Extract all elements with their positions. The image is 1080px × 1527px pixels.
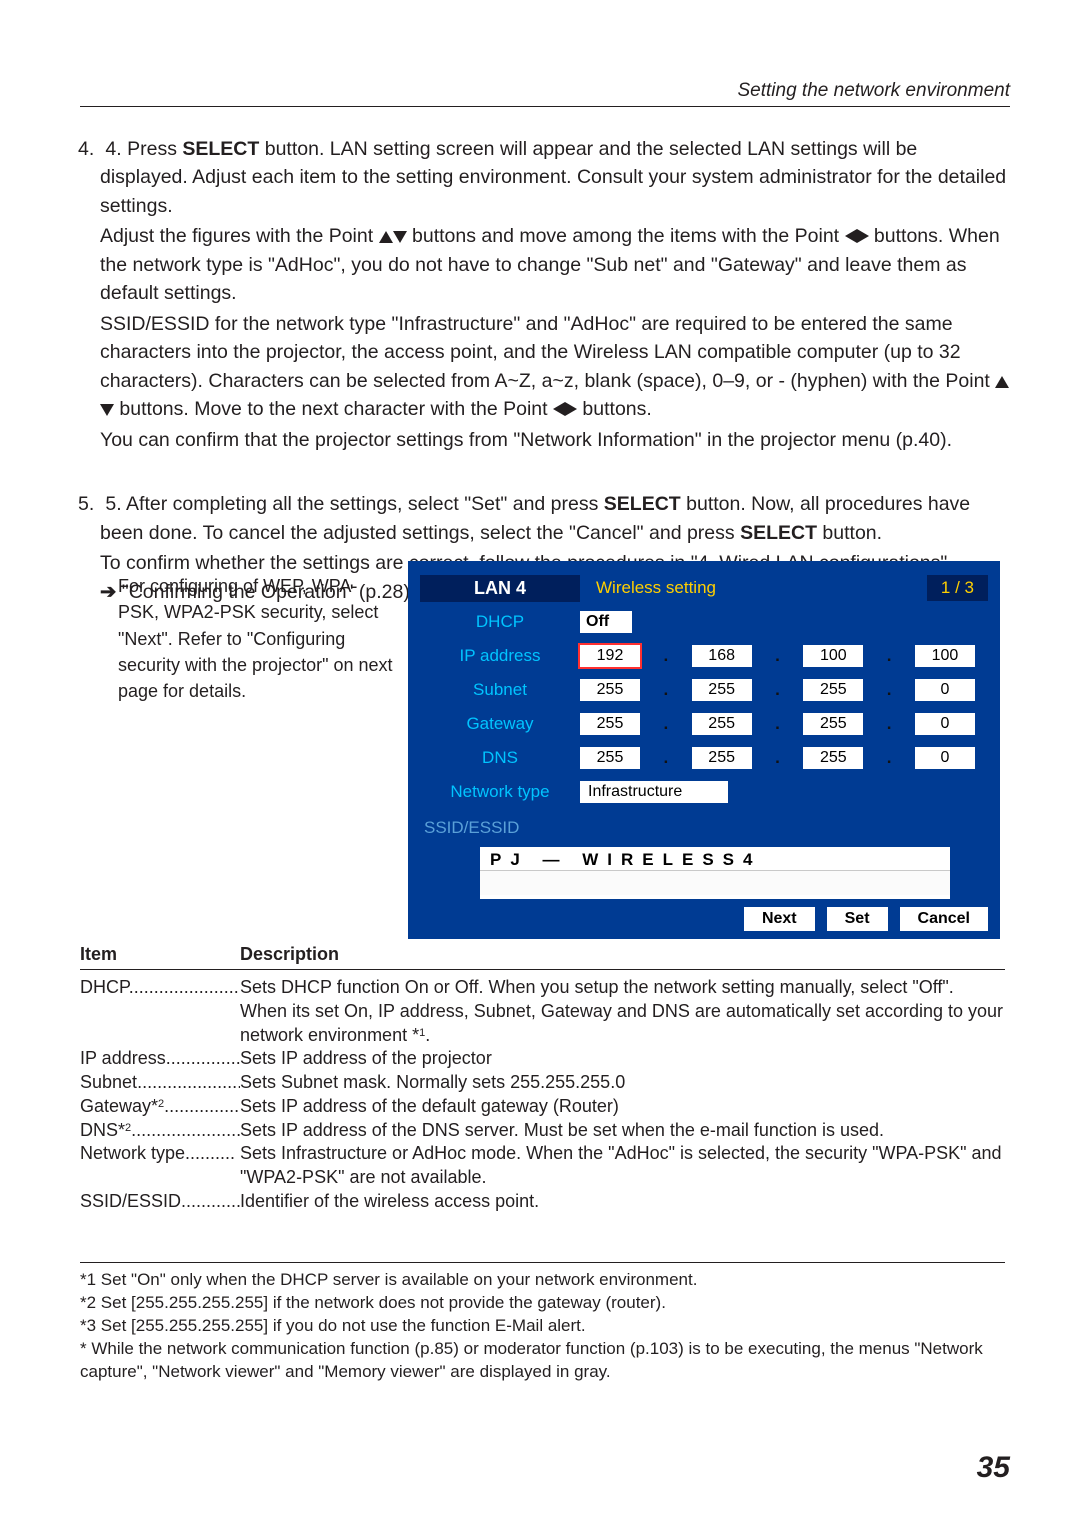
dns-label: DNS <box>420 748 580 768</box>
ip-octet-4[interactable]: 100 <box>915 645 975 667</box>
item-description: Sets Infrastructure or AdHoc mode. When … <box>240 1142 1005 1190</box>
item-name: Network type.......... <box>80 1142 240 1166</box>
item-name: SSID/ESSID.................. <box>80 1190 240 1214</box>
step4-line2-a: Adjust the figures with the Point <box>100 225 379 247</box>
step-4-block: 4. 4. Press SELECT button. LAN setting s… <box>100 135 1010 454</box>
item-name: DNS*2.......................... <box>80 1119 240 1143</box>
table-row: Network type..........Sets Infrastructur… <box>80 1142 1005 1190</box>
gateway-row: 255. 255. 255. 0 <box>580 713 975 735</box>
panel-page-indicator: 1 / 3 <box>927 575 988 601</box>
ip-label: IP address <box>420 646 580 666</box>
table-row: DNS*2..........................Sets IP a… <box>80 1119 1005 1143</box>
footnote-3: *3 Set [255.255.255.255] if you do not u… <box>80 1315 1005 1338</box>
arrow-right-icon: ➔ <box>100 581 116 603</box>
item-description: Sets IP address of the default gateway (… <box>240 1095 1005 1119</box>
gateway-octet-1[interactable]: 255 <box>580 713 640 735</box>
step5-text-e: button. <box>817 522 882 544</box>
gateway-octet-2[interactable]: 255 <box>692 713 752 735</box>
security-side-note: For configuring of WEP, WPA-PSK, WPA2-PS… <box>118 573 398 704</box>
table-row: SSID/ESSID..................Identifier o… <box>80 1190 1005 1214</box>
page-header: Setting the network environment <box>80 80 1010 107</box>
dns-octet-1[interactable]: 255 <box>580 747 640 769</box>
triangle-right-icon <box>857 229 869 243</box>
triangle-down-icon <box>100 404 114 416</box>
step4-line4: You can confirm that the projector setti… <box>100 426 1010 454</box>
table-row: Gateway*2..................Sets IP addre… <box>80 1095 1005 1119</box>
subnet-label: Subnet <box>420 680 580 700</box>
subnet-octet-2[interactable]: 255 <box>692 679 752 701</box>
item-name: Gateway*2.................. <box>80 1095 240 1119</box>
subnet-octet-4[interactable]: 0 <box>915 679 975 701</box>
item-name: Subnet....................... <box>80 1071 240 1095</box>
triangle-up-icon <box>995 376 1009 388</box>
footnote-1: *1 Set "On" only when the DHCP server is… <box>80 1269 1005 1292</box>
dns-octet-3[interactable]: 255 <box>803 747 863 769</box>
item-description-table: Item Description DHCP...................… <box>80 944 1005 1214</box>
triangle-left-icon <box>845 229 857 243</box>
next-button[interactable]: Next <box>744 907 815 931</box>
select-keyword: SELECT <box>182 138 259 160</box>
footnote-2: *2 Set [255.255.255.255] if the network … <box>80 1292 1005 1315</box>
subnet-row: 255. 255. 255. 0 <box>580 679 975 701</box>
step4-text-a: 4. Press <box>105 138 182 160</box>
ssid-grid <box>480 870 950 895</box>
step4-line2-b: buttons and move among the items with th… <box>412 225 845 247</box>
triangle-up-icon <box>379 231 393 243</box>
item-name: DHCP........................... <box>80 976 240 1000</box>
th-description: Description <box>240 944 1005 965</box>
th-item: Item <box>80 944 240 965</box>
triangle-left-icon <box>553 402 565 416</box>
triangle-down-icon <box>393 231 407 243</box>
dns-row: 255. 255. 255. 0 <box>580 747 975 769</box>
step4-line3-b: buttons. Move to the next character with… <box>119 398 553 420</box>
panel-header: Wireless setting <box>580 578 927 598</box>
page-number: 35 <box>977 1451 1010 1485</box>
step5-text-a: 5. After completing all the settings, se… <box>105 493 603 515</box>
step4-line3: SSID/ESSID for the network type "Infrast… <box>100 313 995 392</box>
network-type-value[interactable]: Infrastructure <box>580 781 728 803</box>
select-keyword: SELECT <box>604 493 681 515</box>
table-row: DHCP...........................Sets DHCP… <box>80 976 1005 1047</box>
set-button[interactable]: Set <box>827 907 888 931</box>
triangle-right-icon <box>565 402 577 416</box>
ssid-value: PJ — WIRELESS4 <box>480 847 950 870</box>
subnet-octet-3[interactable]: 255 <box>803 679 863 701</box>
step4-line3-c: buttons. <box>582 398 651 420</box>
gateway-label: Gateway <box>420 714 580 734</box>
footnote-4: * While the network communication functi… <box>80 1338 1005 1384</box>
select-keyword: SELECT <box>740 522 817 544</box>
ssid-label: SSID/ESSID <box>420 818 544 838</box>
item-description: Sets DHCP function On or Off. When you s… <box>240 976 1005 1047</box>
table-row: IP address.................Sets IP addre… <box>80 1047 1005 1071</box>
ip-octet-3[interactable]: 100 <box>803 645 863 667</box>
step-5-number: 5. <box>78 490 100 518</box>
network-type-label: Network type <box>420 782 580 802</box>
wireless-setting-panel: LAN 4 Wireless setting 1 / 3 DHCP Off IP… <box>408 561 1000 939</box>
dhcp-label: DHCP <box>420 612 580 632</box>
gateway-octet-4[interactable]: 0 <box>915 713 975 735</box>
dns-octet-4[interactable]: 0 <box>915 747 975 769</box>
footnotes: *1 Set "On" only when the DHCP server is… <box>80 1262 1005 1384</box>
dhcp-value[interactable]: Off <box>580 611 632 633</box>
item-description: Sets IP address of the projector <box>240 1047 1005 1071</box>
table-row: Subnet.......................Sets Subnet… <box>80 1071 1005 1095</box>
ip-octet-2[interactable]: 168 <box>692 645 752 667</box>
item-name: IP address................. <box>80 1047 240 1071</box>
item-description: Sets IP address of the DNS server. Must … <box>240 1119 1005 1143</box>
item-description: Sets Subnet mask. Normally sets 255.255.… <box>240 1071 1005 1095</box>
lan-title: LAN 4 <box>420 575 580 602</box>
ssid-input-box[interactable]: PJ — WIRELESS4 <box>480 847 950 899</box>
subnet-octet-1[interactable]: 255 <box>580 679 640 701</box>
step-4-number: 4. <box>78 135 100 163</box>
gateway-octet-3[interactable]: 255 <box>803 713 863 735</box>
item-description: Identifier of the wireless access point. <box>240 1190 1005 1214</box>
ip-address-row: 192. 168. 100. 100 <box>580 645 975 667</box>
ip-octet-1[interactable]: 192 <box>580 645 640 667</box>
cancel-button[interactable]: Cancel <box>900 907 988 931</box>
section-title: Setting the network environment <box>738 80 1011 101</box>
dns-octet-2[interactable]: 255 <box>692 747 752 769</box>
